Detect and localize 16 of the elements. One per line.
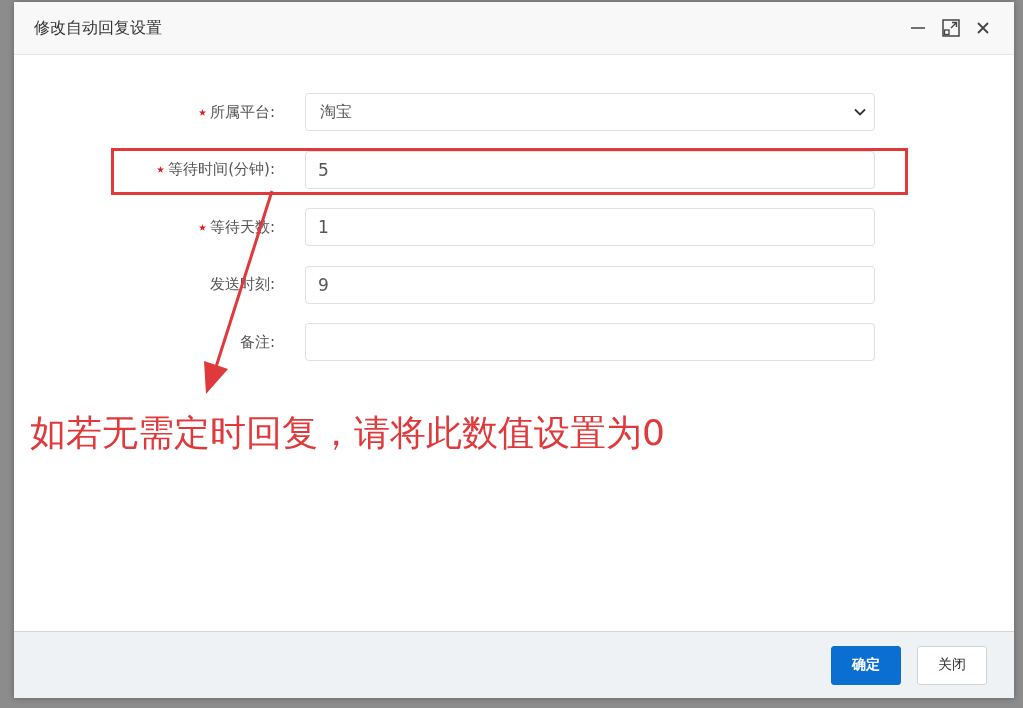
input-field[interactable] — [305, 323, 875, 361]
dialog-title: 修改自动回复设置 — [34, 17, 163, 39]
field-label: 备注: — [239, 332, 275, 352]
confirm-button[interactable]: 确定 — [831, 645, 901, 685]
field-label: 所属平台: — [209, 102, 275, 122]
close-dialog-button[interactable]: 关闭 — [917, 645, 987, 685]
maximize-icon — [942, 19, 960, 37]
close-icon — [976, 21, 990, 35]
input-field[interactable]: 1 — [305, 208, 875, 246]
platform-select[interactable]: 淘宝 — [305, 93, 875, 131]
input-field[interactable]: 5 — [305, 150, 875, 189]
annotation-text: 如若无需定时回复，请将此数值设置为0 — [30, 411, 665, 455]
input-field[interactable]: 9 — [305, 265, 875, 304]
minimize-icon — [910, 27, 926, 29]
field-label: 等待时间(分钟): — [168, 160, 275, 179]
chevron-down-icon — [854, 108, 866, 116]
